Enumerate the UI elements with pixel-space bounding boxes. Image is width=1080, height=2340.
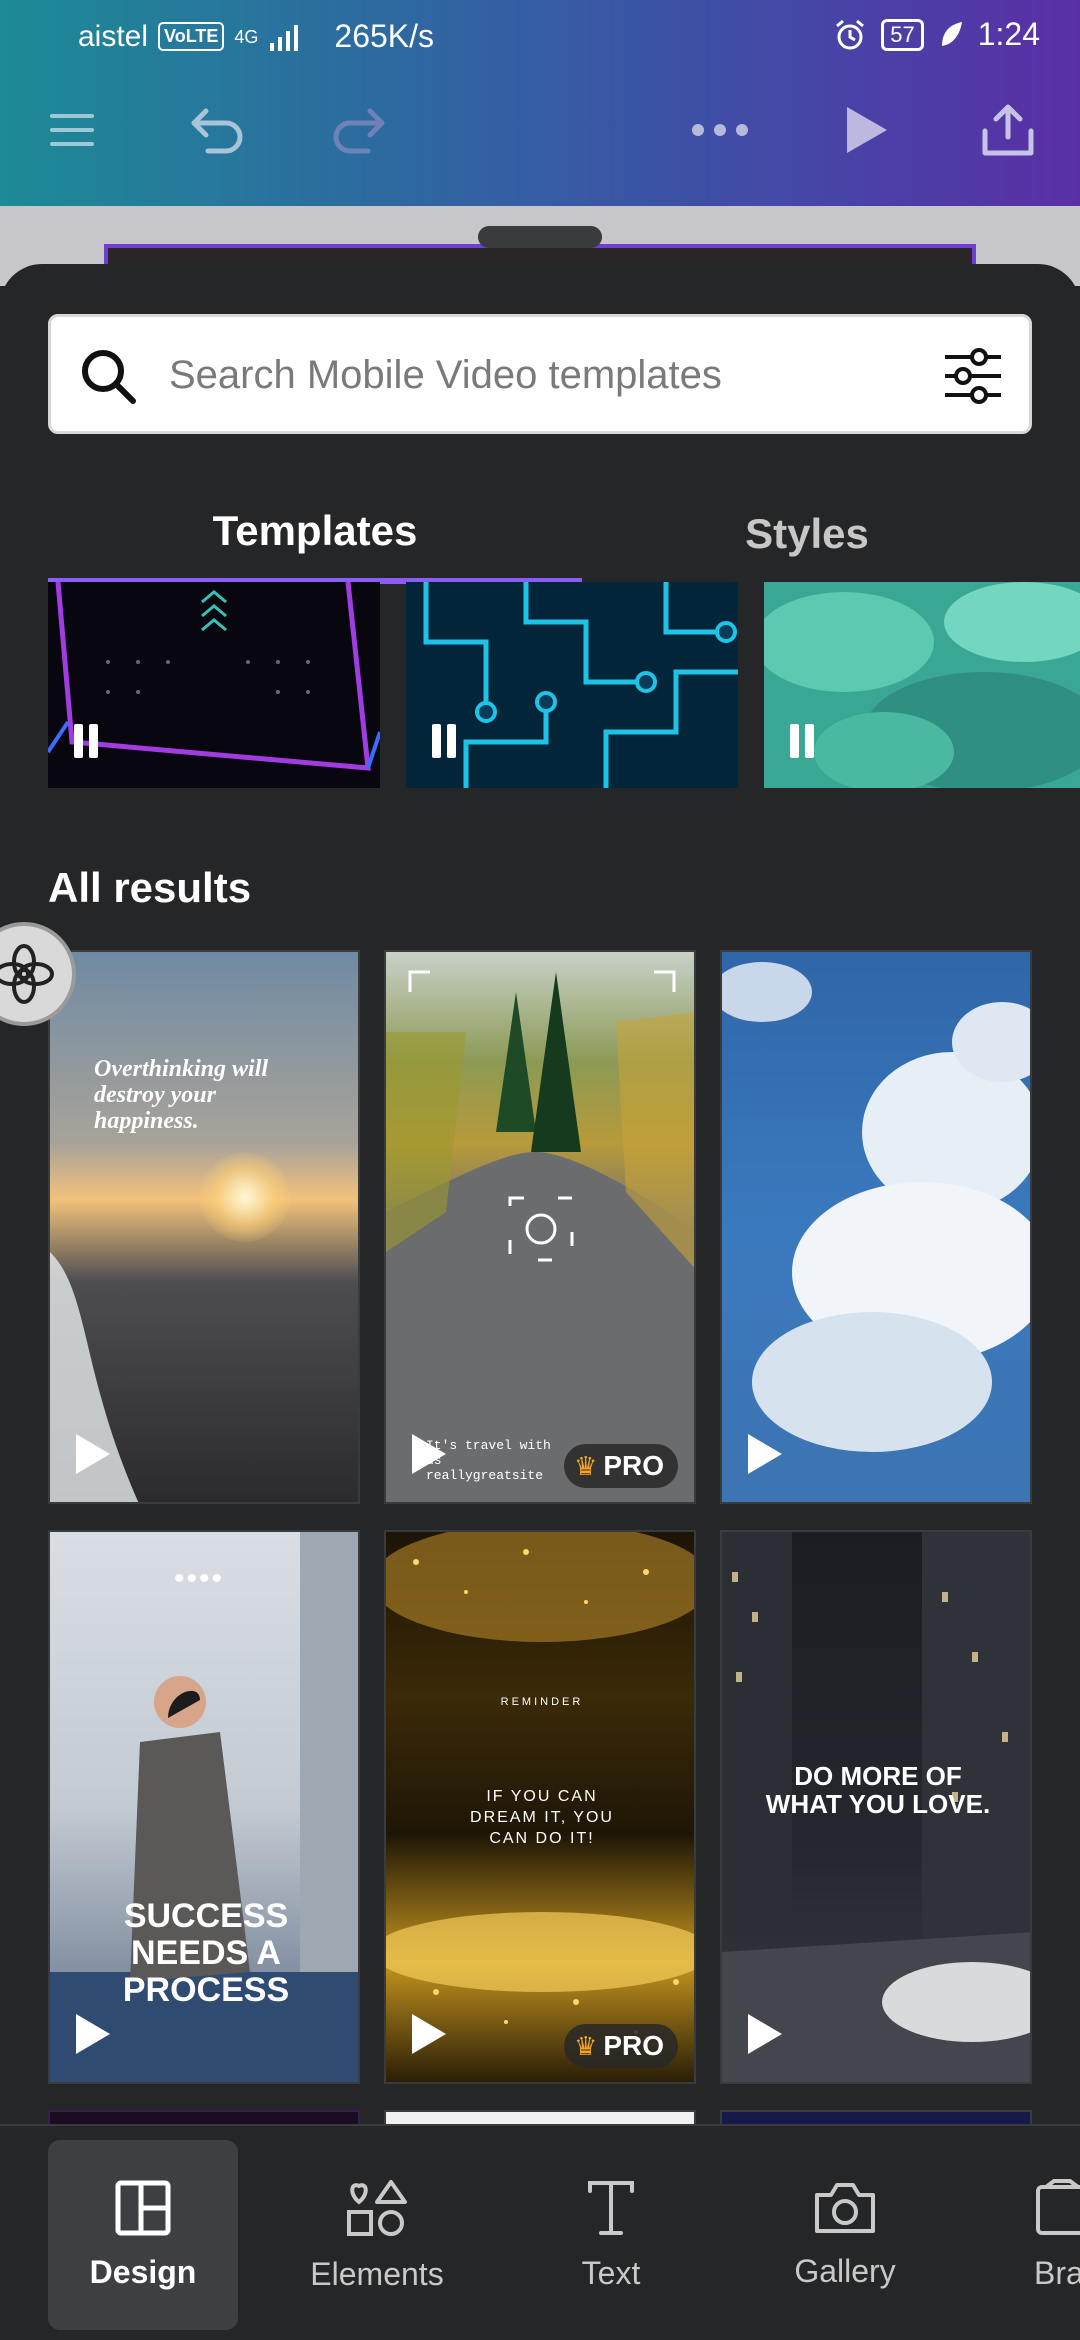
- template-card[interactable]: REMINDER IF YOU CAN DREAM IT, YOU CAN DO…: [384, 1530, 696, 2084]
- card-caption: IF YOU CAN DREAM IT, YOU CAN DO IT!: [470, 1788, 614, 1847]
- more-dots-icon[interactable]: ••••: [174, 1562, 224, 1596]
- crown-icon: ♛: [574, 2030, 598, 2061]
- play-icon[interactable]: [76, 1434, 110, 1474]
- card-caption: DO MORE OF WHAT YOU LOVE.: [765, 1761, 991, 1819]
- nav-brand[interactable]: Bra: [984, 2140, 1080, 2330]
- more-icon: [692, 124, 748, 136]
- tab-templates[interactable]: Templates: [48, 484, 582, 584]
- menu-button[interactable]: [32, 90, 112, 170]
- text-icon: [588, 2180, 634, 2235]
- more-button[interactable]: [680, 90, 760, 170]
- play-icon[interactable]: [412, 1434, 446, 1474]
- filter-icon[interactable]: [943, 347, 1003, 405]
- volte-badge: VoLTE: [158, 22, 225, 51]
- pro-badge: ♛ PRO: [564, 2024, 678, 2068]
- section-title: All results: [48, 864, 252, 911]
- network-label: 4G: [234, 26, 259, 47]
- knot-icon: [0, 944, 54, 1004]
- signal-icon: [270, 24, 299, 51]
- template-card[interactable]: It's travel with us reallygreatsite ♛ PRO: [384, 950, 696, 1504]
- crown-icon: ♛: [574, 1450, 598, 1481]
- redo-button[interactable]: [318, 90, 398, 170]
- alarm-icon: [836, 19, 865, 49]
- share-button[interactable]: [968, 90, 1048, 170]
- featured-template-circuit[interactable]: [406, 582, 738, 788]
- search-input[interactable]: [169, 337, 949, 413]
- forest-road-art: [386, 970, 694, 1502]
- search-box[interactable]: [48, 314, 1032, 434]
- sun-glow: [200, 1152, 290, 1242]
- clock: 1:24: [977, 16, 1040, 52]
- nav-elements-label: Elements: [310, 2255, 444, 2292]
- play-icon[interactable]: [748, 1434, 782, 1474]
- clouds-art: [722, 962, 1030, 1452]
- editor-toolbar: [0, 90, 1080, 180]
- play-icon[interactable]: [412, 2014, 446, 2054]
- sheet-drag-handle[interactable]: [478, 226, 602, 248]
- app-root: aistel VoLTE 4G 265K/s 57 1:24 Search Mo…: [0, 0, 1080, 2340]
- net-speed: 265K/s: [334, 18, 435, 54]
- share-icon: [982, 104, 1034, 156]
- play-icon[interactable]: [76, 2014, 110, 2054]
- template-card[interactable]: DO MORE OF WHAT YOU LOVE.: [720, 1530, 1032, 2084]
- design-icon: [115, 2180, 171, 2235]
- card-caption: SUCCESS NEEDS A PROCESS: [122, 1897, 290, 2009]
- nav-elements[interactable]: Elements: [282, 2140, 472, 2330]
- play-icon: [847, 107, 887, 153]
- nav-design[interactable]: Design: [48, 2140, 238, 2330]
- hamburger-icon: [50, 114, 94, 146]
- nav-gallery[interactable]: Gallery: [750, 2140, 940, 2330]
- card-caption: Overthinking will destroy your happiness…: [94, 1056, 269, 1134]
- pause-icon[interactable]: [432, 724, 456, 758]
- pro-label: PRO: [603, 2030, 664, 2061]
- brand-icon: [1036, 2178, 1080, 2235]
- header-bar: aistel VoLTE 4G 265K/s 57 1:24: [0, 0, 1080, 206]
- nav-text-label: Text: [581, 2254, 641, 2291]
- pause-icon[interactable]: [74, 724, 98, 758]
- pro-label: PRO: [603, 1450, 664, 1481]
- nav-brand-label: Bra: [1034, 2254, 1080, 2291]
- pause-icon[interactable]: [790, 724, 814, 758]
- status-bar: aistel VoLTE 4G 265K/s 57 1:24: [0, 0, 1080, 74]
- carrier-label: aistel: [78, 19, 149, 53]
- leaf-icon: [941, 21, 962, 46]
- redo-icon: [333, 108, 385, 154]
- nav-text[interactable]: Text: [516, 2140, 706, 2330]
- undo-icon: [191, 108, 243, 154]
- nav-gallery-label: Gallery: [794, 2252, 896, 2289]
- bottom-navigation: Design Elements Text Gallery Bra: [0, 2124, 1080, 2340]
- template-card[interactable]: Overthinking will destroy your happiness…: [48, 950, 360, 1504]
- featured-template-smoke[interactable]: [764, 582, 1080, 788]
- template-card[interactable]: [720, 950, 1032, 1504]
- undo-button[interactable]: [178, 90, 258, 170]
- pro-badge: ♛ PRO: [564, 1444, 678, 1488]
- camera-icon: [815, 2182, 875, 2233]
- featured-strip: [48, 582, 1080, 788]
- card-subcaption: REMINDER: [500, 1696, 584, 1708]
- play-icon[interactable]: [748, 2014, 782, 2054]
- template-card[interactable]: •••• SUCCESS NEEDS A PROCESS: [48, 1530, 360, 2084]
- tab-styles[interactable]: Styles: [582, 484, 1032, 584]
- nav-design-label: Design: [89, 2253, 197, 2290]
- search-icon: [82, 350, 136, 404]
- play-button[interactable]: [826, 90, 906, 170]
- featured-template-neon[interactable]: [48, 582, 380, 788]
- template-tabs: Templates Styles: [48, 484, 1032, 584]
- elements-icon: [347, 2179, 407, 2236]
- battery-indicator: 57: [881, 18, 924, 51]
